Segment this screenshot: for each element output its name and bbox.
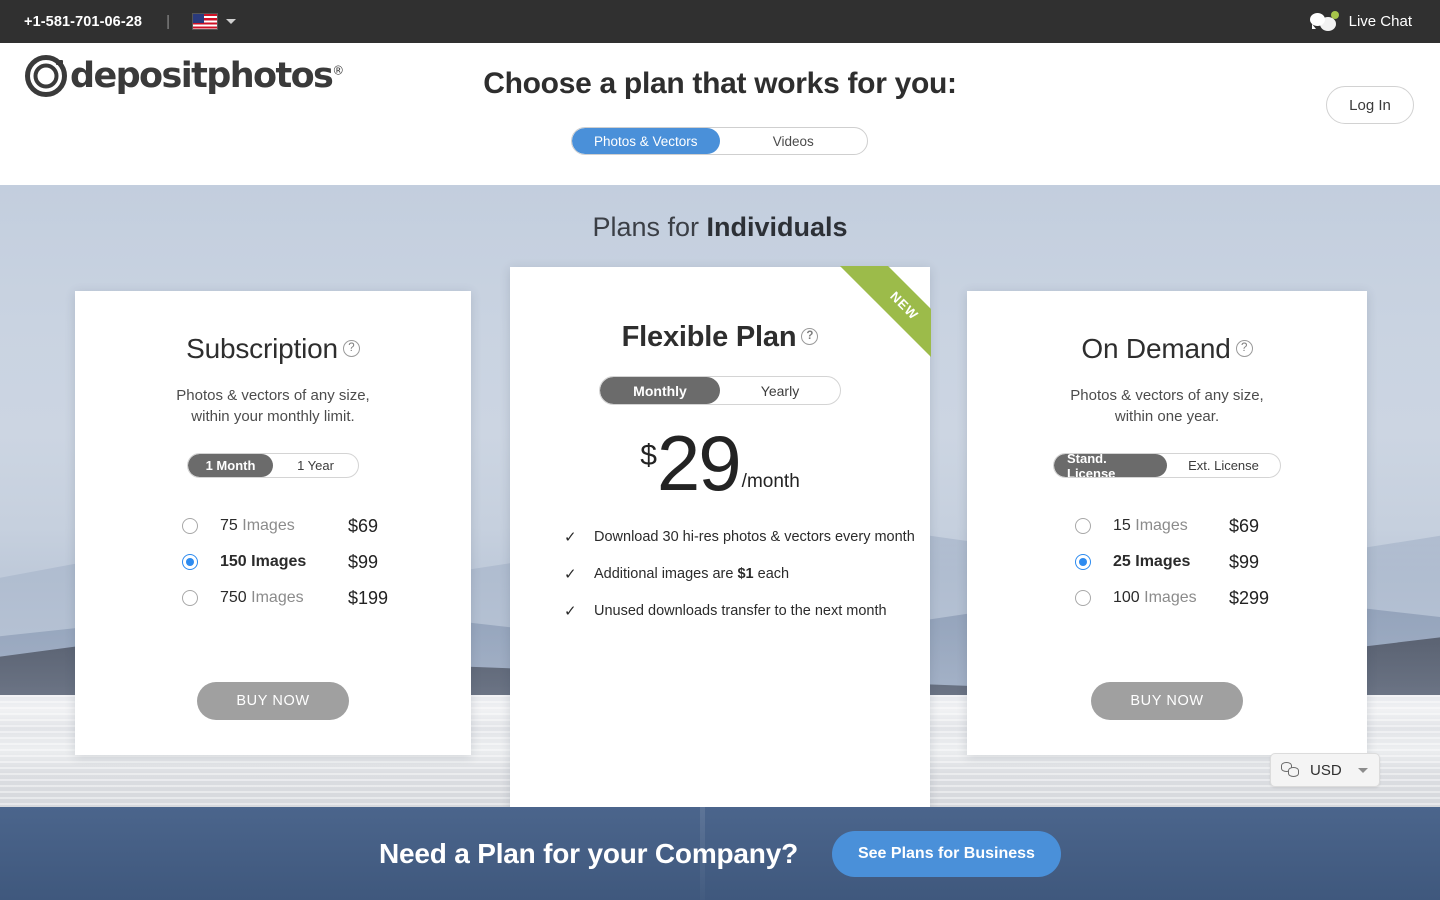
radio-button[interactable] — [182, 590, 198, 606]
ondemand-description: Photos & vectors of any size, within one… — [1070, 387, 1264, 425]
page-title: Choose a plan that works for you: — [483, 67, 957, 100]
flexible-price: $ 29 /month — [510, 419, 930, 507]
us-flag-icon — [192, 13, 218, 30]
login-button[interactable]: Log In — [1326, 86, 1414, 124]
period-option-monthly[interactable]: Monthly — [600, 377, 720, 404]
coins-icon — [1281, 762, 1301, 778]
banner-title: Need a Plan for your Company? — [379, 837, 798, 869]
see-plans-for-business-button[interactable]: See Plans for Business — [831, 830, 1061, 877]
content-type-toggle[interactable]: Photos & Vectors Videos — [571, 127, 868, 155]
option-row[interactable]: 15 Images $69 — [1075, 508, 1367, 544]
tab-videos[interactable]: Videos — [720, 128, 868, 154]
feature-text: Unused downloads transfer to the next mo… — [594, 603, 887, 619]
phone-number: +1-581-701-06-28 — [24, 13, 143, 30]
plan-card-flexible: NEW Flexible Plan? Monthly Yearly $ 29 /… — [510, 266, 931, 807]
ondemand-title: On Demand? — [967, 333, 1367, 365]
plan-card-ondemand: On Demand? Photos & vectors of any size,… — [967, 291, 1367, 755]
option-price: $69 — [348, 515, 379, 536]
section-title-light: Plans for — [592, 212, 707, 242]
chat-bubbles-icon — [1309, 10, 1340, 33]
option-row[interactable]: 100 Images $299 — [1075, 580, 1367, 616]
subscription-period-toggle[interactable]: 1 Month 1 Year — [187, 453, 359, 478]
feature-item: ✓ Download 30 hi-res photos & vectors ev… — [564, 529, 930, 546]
top-bar: +1-581-701-06-28 | Live Chat — [0, 0, 1440, 43]
flexible-title: Flexible Plan? — [510, 321, 930, 354]
check-icon: ✓ — [564, 529, 577, 546]
option-label: 750 Images — [220, 589, 304, 606]
chevron-down-icon — [226, 19, 236, 24]
ondemand-license-toggle[interactable]: Stand. License Ext. License — [1053, 453, 1281, 478]
option-price: $69 — [1229, 515, 1260, 536]
question-mark-icon[interactable]: ? — [801, 327, 819, 345]
feature-text: Additional images are $1 each — [594, 566, 790, 582]
feature-item: ✓ Unused downloads transfer to the next … — [564, 603, 930, 620]
currency-selector[interactable]: USD — [1270, 753, 1380, 787]
question-mark-icon[interactable]: ? — [1235, 339, 1253, 357]
option-price: $99 — [348, 551, 379, 572]
option-label: 100 Images — [1113, 589, 1197, 606]
radio-button[interactable] — [1075, 518, 1091, 534]
radio-button[interactable] — [1075, 590, 1091, 606]
currency-label: USD — [1310, 761, 1342, 779]
flexible-period-toggle[interactable]: Monthly Yearly — [599, 376, 841, 405]
option-label: 25 Images — [1113, 553, 1191, 570]
option-price: $299 — [1229, 587, 1270, 608]
topbar-divider: | — [166, 13, 170, 30]
section-title-bold: Individuals — [706, 212, 848, 242]
license-option-standard[interactable]: Stand. License — [1054, 454, 1167, 477]
business-banner: Need a Plan for your Company? See Plans … — [0, 807, 1440, 900]
option-label: 15 Images — [1113, 517, 1188, 534]
page-header: depositphotos® Choose a plan that works … — [0, 43, 1440, 185]
period-option-1-year[interactable]: 1 Year — [273, 454, 358, 477]
option-label: 75 Images — [220, 517, 295, 534]
language-selector[interactable] — [192, 13, 236, 30]
ondemand-options: 15 Images $69 25 Images $99 100 Images $… — [967, 508, 1367, 616]
radio-button[interactable] — [182, 518, 198, 534]
check-icon: ✓ — [564, 603, 577, 620]
live-chat-label: Live Chat — [1348, 13, 1412, 30]
radio-button[interactable] — [182, 554, 198, 570]
price-period: /month — [741, 471, 800, 492]
tab-photos-vectors[interactable]: Photos & Vectors — [572, 128, 720, 154]
option-row[interactable]: 150 Images $99 — [182, 544, 471, 580]
check-icon: ✓ — [564, 566, 577, 583]
subscription-description: Photos & vectors of any size, within you… — [176, 387, 370, 425]
flexible-features: ✓ Download 30 hi-res photos & vectors ev… — [564, 529, 930, 620]
hero-section: Plans for Individuals Subscription? Phot… — [0, 185, 1440, 807]
option-price: $199 — [348, 587, 389, 608]
question-mark-icon[interactable]: ? — [342, 339, 360, 357]
price-amount: 29 — [656, 419, 742, 507]
license-option-extended[interactable]: Ext. License — [1167, 454, 1280, 477]
option-row[interactable]: 25 Images $99 — [1075, 544, 1367, 580]
feature-text: Download 30 hi-res photos & vectors ever… — [594, 529, 915, 545]
radio-button[interactable] — [1075, 554, 1091, 570]
period-option-yearly[interactable]: Yearly — [720, 377, 840, 404]
subscription-title: Subscription? — [75, 333, 471, 365]
option-row[interactable]: 750 Images $199 — [182, 580, 471, 616]
chevron-down-icon — [1358, 767, 1368, 773]
live-chat-button[interactable]: Live Chat — [1309, 10, 1412, 33]
section-title: Plans for Individuals — [0, 212, 1440, 243]
period-option-1-month[interactable]: 1 Month — [188, 454, 273, 477]
option-label: 150 Images — [220, 553, 307, 570]
subscription-options: 75 Images $69 150 Images $99 750 Images … — [75, 508, 471, 616]
currency-symbol: $ — [640, 439, 657, 472]
plan-card-subscription: Subscription? Photos & vectors of any si… — [75, 291, 471, 755]
option-price: $99 — [1229, 551, 1260, 572]
option-row[interactable]: 75 Images $69 — [182, 508, 471, 544]
buy-now-button-subscription[interactable]: BUY NOW — [197, 682, 349, 720]
feature-item: ✓ Additional images are $1 each — [564, 566, 930, 583]
buy-now-button-ondemand[interactable]: BUY NOW — [1091, 682, 1243, 720]
